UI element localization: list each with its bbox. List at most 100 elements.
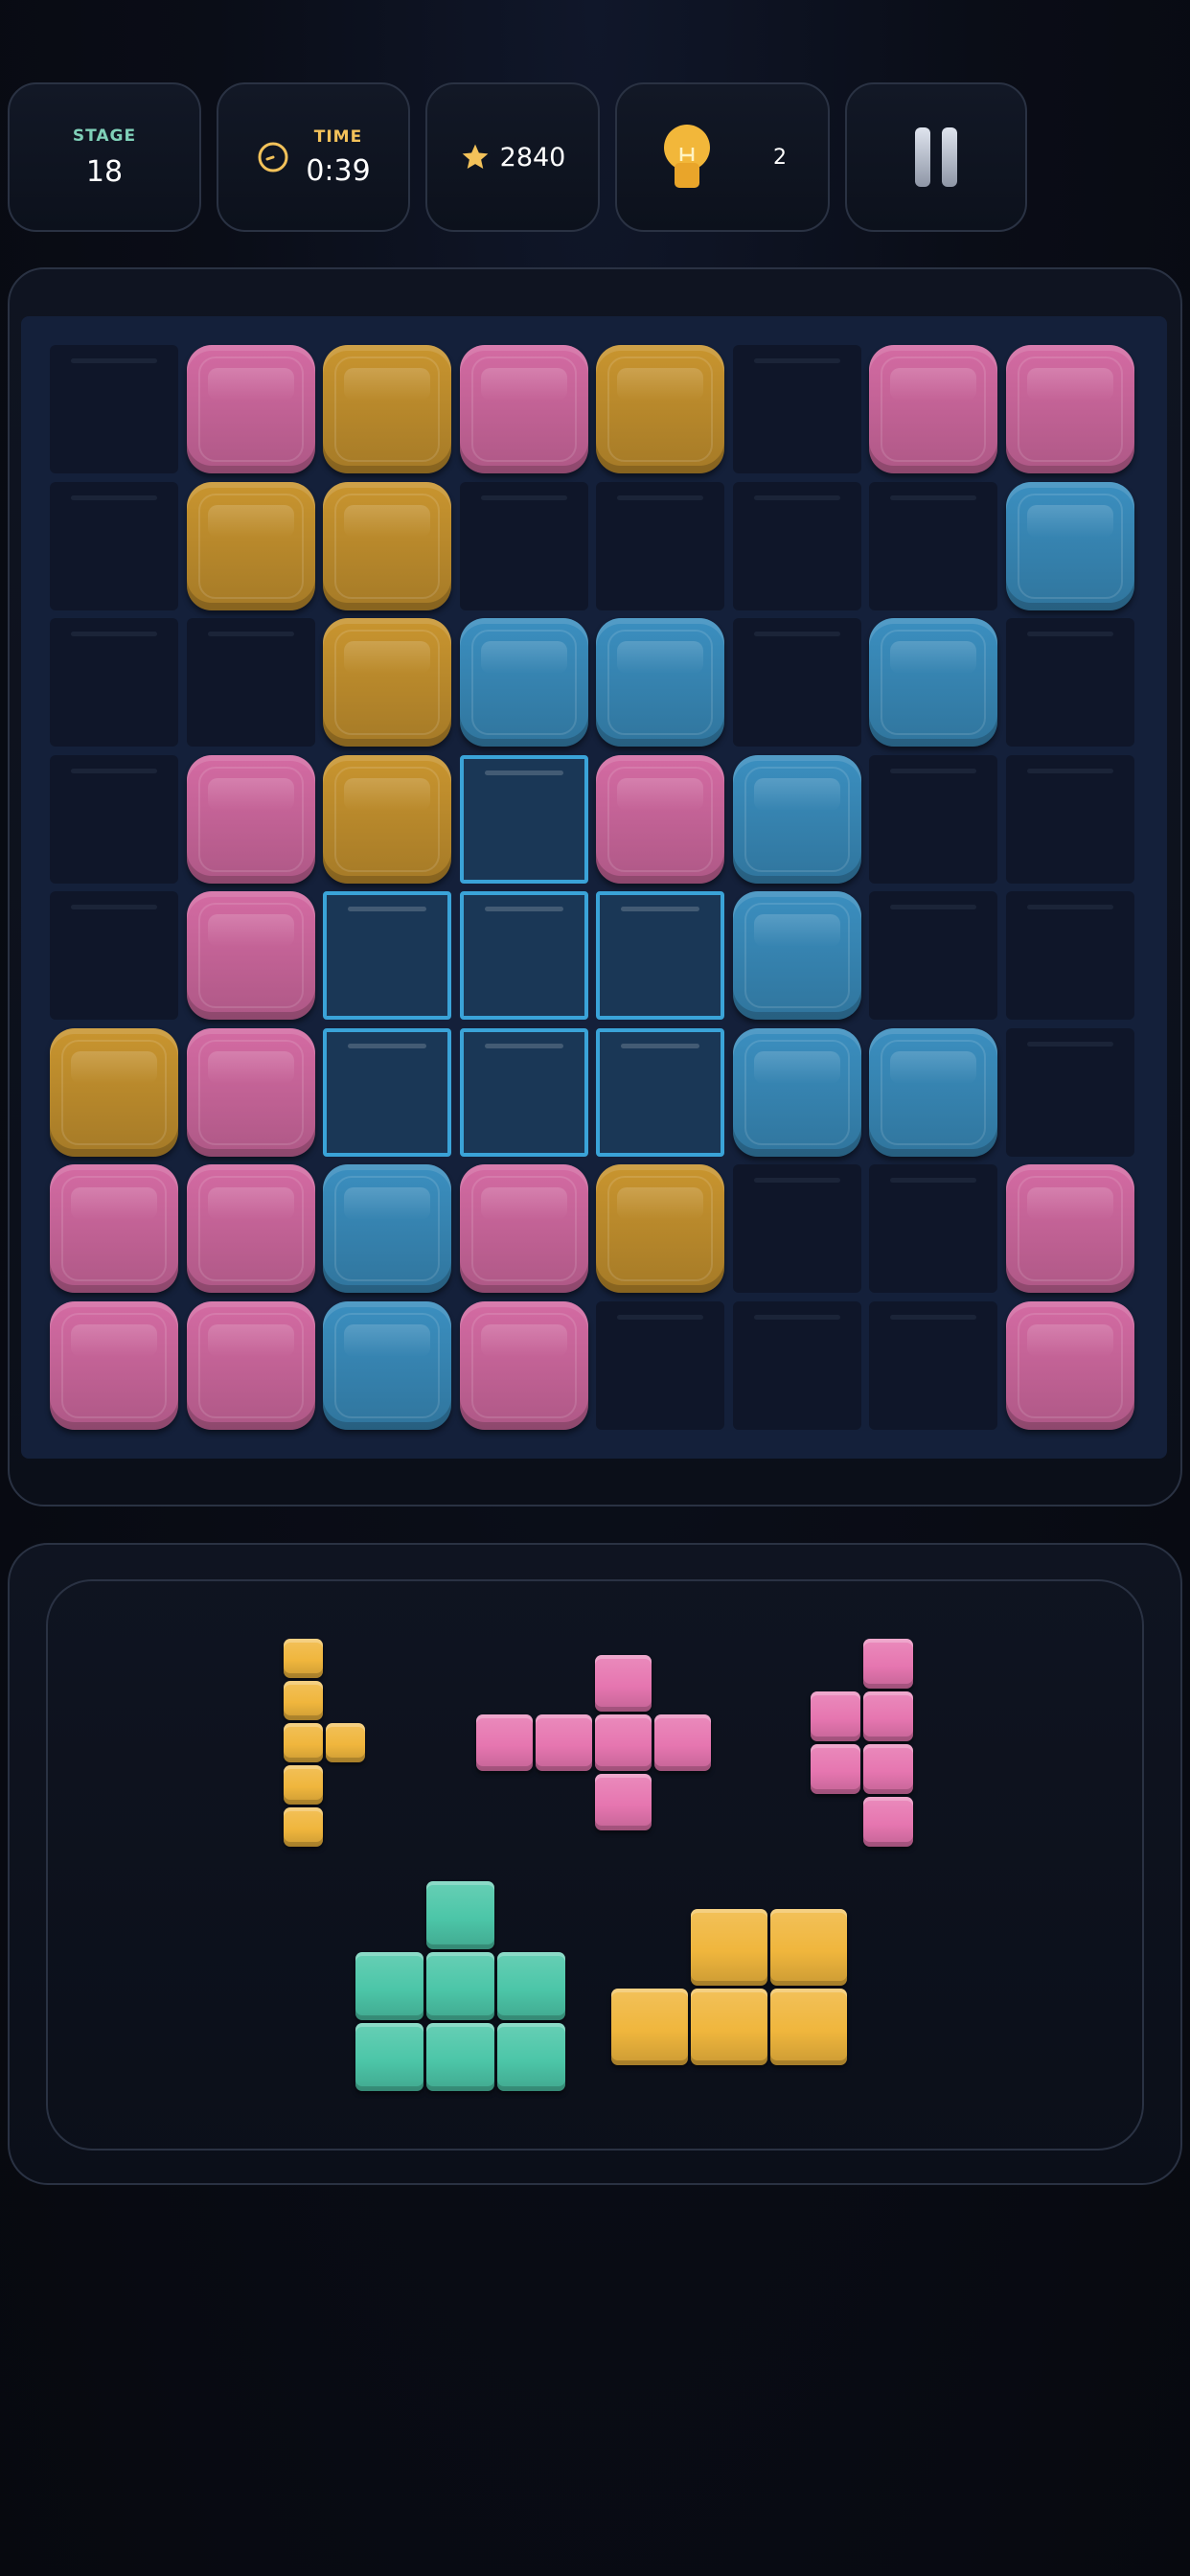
score-value: 2840	[499, 142, 566, 172]
board-cell-blue[interactable]	[459, 618, 588, 747]
time-value: 0:39	[306, 153, 371, 188]
board-cell-blue[interactable]	[323, 1164, 451, 1293]
piece-cell	[611, 1989, 688, 2065]
board-cell-empty[interactable]	[1005, 891, 1134, 1020]
board-cell-empty[interactable]	[596, 1300, 724, 1430]
board-cell-pink[interactable]	[459, 1300, 588, 1430]
board-cell-empty[interactable]	[186, 618, 315, 747]
piece-cell	[284, 1765, 323, 1805]
piece-cell	[770, 1909, 847, 1986]
board-cell-pink[interactable]	[1005, 1300, 1134, 1430]
clock-icon	[258, 142, 288, 172]
piece-cell	[284, 1681, 323, 1720]
board-cell-empty[interactable]	[1005, 618, 1134, 747]
board-cell-blue[interactable]	[1005, 481, 1134, 610]
board-cell-empty[interactable]	[1005, 1027, 1134, 1157]
board-cell-gold[interactable]	[323, 481, 451, 610]
lightbulb-icon	[664, 125, 710, 188]
board-cell-empty[interactable]	[869, 1300, 997, 1430]
board-cell-empty[interactable]	[1005, 754, 1134, 884]
board-cell-gold[interactable]	[596, 1164, 724, 1293]
board-cell-pink[interactable]	[50, 1164, 178, 1293]
board-cell-empty[interactable]	[869, 891, 997, 1020]
board-cell-empty[interactable]	[50, 618, 178, 747]
board-cell-blue[interactable]	[869, 618, 997, 747]
board-cell-blue[interactable]	[323, 1300, 451, 1430]
hint-button[interactable]: 2	[615, 82, 830, 232]
piece-cell	[355, 1952, 423, 2020]
board-cell-empty[interactable]	[869, 754, 997, 884]
board-cell-pink[interactable]	[186, 1164, 315, 1293]
piece-cell	[863, 1797, 913, 1847]
piece-cell	[863, 1639, 913, 1689]
time-label: TIME	[313, 126, 363, 147]
board-cell-empty[interactable]	[732, 1164, 861, 1293]
piece-cell	[863, 1691, 913, 1741]
board-cell-pink[interactable]	[50, 1300, 178, 1430]
piece-cell	[691, 1909, 767, 1986]
board-cell-pink[interactable]	[1005, 1164, 1134, 1293]
board-cell-ghost-preview[interactable]	[596, 1027, 724, 1157]
board-cell-pink[interactable]	[186, 891, 315, 1020]
board-cell-empty[interactable]	[596, 481, 724, 610]
board-cell-blue[interactable]	[732, 891, 861, 1020]
board-cell-pink[interactable]	[596, 754, 724, 884]
stage-value: 18	[85, 154, 124, 189]
piece-cell	[476, 1714, 533, 1771]
board-cell-pink[interactable]	[186, 1027, 315, 1157]
piece-cell	[595, 1774, 652, 1830]
board-cell-pink[interactable]	[186, 345, 315, 473]
piece-cell	[811, 1744, 860, 1794]
board-cell-ghost-preview[interactable]	[323, 1027, 451, 1157]
stage-panel: STAGE 18	[8, 82, 201, 232]
stage-label: STAGE	[72, 126, 137, 146]
board-cell-empty[interactable]	[869, 1164, 997, 1293]
board-cell-empty[interactable]	[732, 481, 861, 610]
board-cell-empty[interactable]	[50, 345, 178, 473]
board-cell-empty[interactable]	[869, 481, 997, 610]
board-cell-pink[interactable]	[1005, 345, 1134, 473]
board-cell-gold[interactable]	[323, 345, 451, 473]
board-cell-gold[interactable]	[323, 754, 451, 884]
board-cell-empty[interactable]	[459, 481, 588, 610]
board-cell-ghost-preview[interactable]	[596, 891, 724, 1020]
hud-bar: STAGE 18 TIME 0:39 2840 2	[8, 82, 1182, 234]
board-cell-ghost-preview[interactable]	[459, 891, 588, 1020]
board-cell-ghost-preview[interactable]	[459, 1027, 588, 1157]
board-cell-pink[interactable]	[459, 1164, 588, 1293]
board-cell-empty[interactable]	[732, 345, 861, 473]
board-cell-gold[interactable]	[50, 1027, 178, 1157]
board-cell-blue[interactable]	[869, 1027, 997, 1157]
board-cell-blue[interactable]	[732, 1027, 861, 1157]
board-cell-pink[interactable]	[186, 754, 315, 884]
piece-cell	[811, 1691, 860, 1741]
piece-cell	[654, 1714, 711, 1771]
piece-cell	[284, 1723, 323, 1762]
board-cell-pink[interactable]	[869, 345, 997, 473]
piece-cell	[595, 1655, 652, 1712]
board-cell-ghost-preview[interactable]	[323, 891, 451, 1020]
board-cell-empty[interactable]	[50, 891, 178, 1020]
time-panel: TIME 0:39	[217, 82, 410, 232]
board-cell-pink[interactable]	[186, 1300, 315, 1430]
piece-cell	[691, 1989, 767, 2065]
board-cell-pink[interactable]	[459, 345, 588, 473]
board-cell-empty[interactable]	[50, 481, 178, 610]
board-cell-blue[interactable]	[596, 618, 724, 747]
game-board[interactable]	[21, 316, 1167, 1459]
piece-cell	[426, 2023, 494, 2091]
board-cell-empty[interactable]	[50, 754, 178, 884]
board-cell-blue[interactable]	[732, 754, 861, 884]
piece-cell	[284, 1639, 323, 1678]
pause-button[interactable]	[845, 82, 1027, 232]
piece-cell	[326, 1723, 365, 1762]
score-panel: 2840	[425, 82, 600, 232]
piece-cell	[536, 1714, 592, 1771]
board-cell-empty[interactable]	[732, 1300, 861, 1430]
board-cell-gold[interactable]	[323, 618, 451, 747]
board-cell-empty[interactable]	[732, 618, 861, 747]
board-cell-gold[interactable]	[186, 481, 315, 610]
piece-cell	[595, 1714, 652, 1771]
board-cell-gold[interactable]	[596, 345, 724, 473]
board-cell-ghost-preview[interactable]	[459, 754, 588, 884]
